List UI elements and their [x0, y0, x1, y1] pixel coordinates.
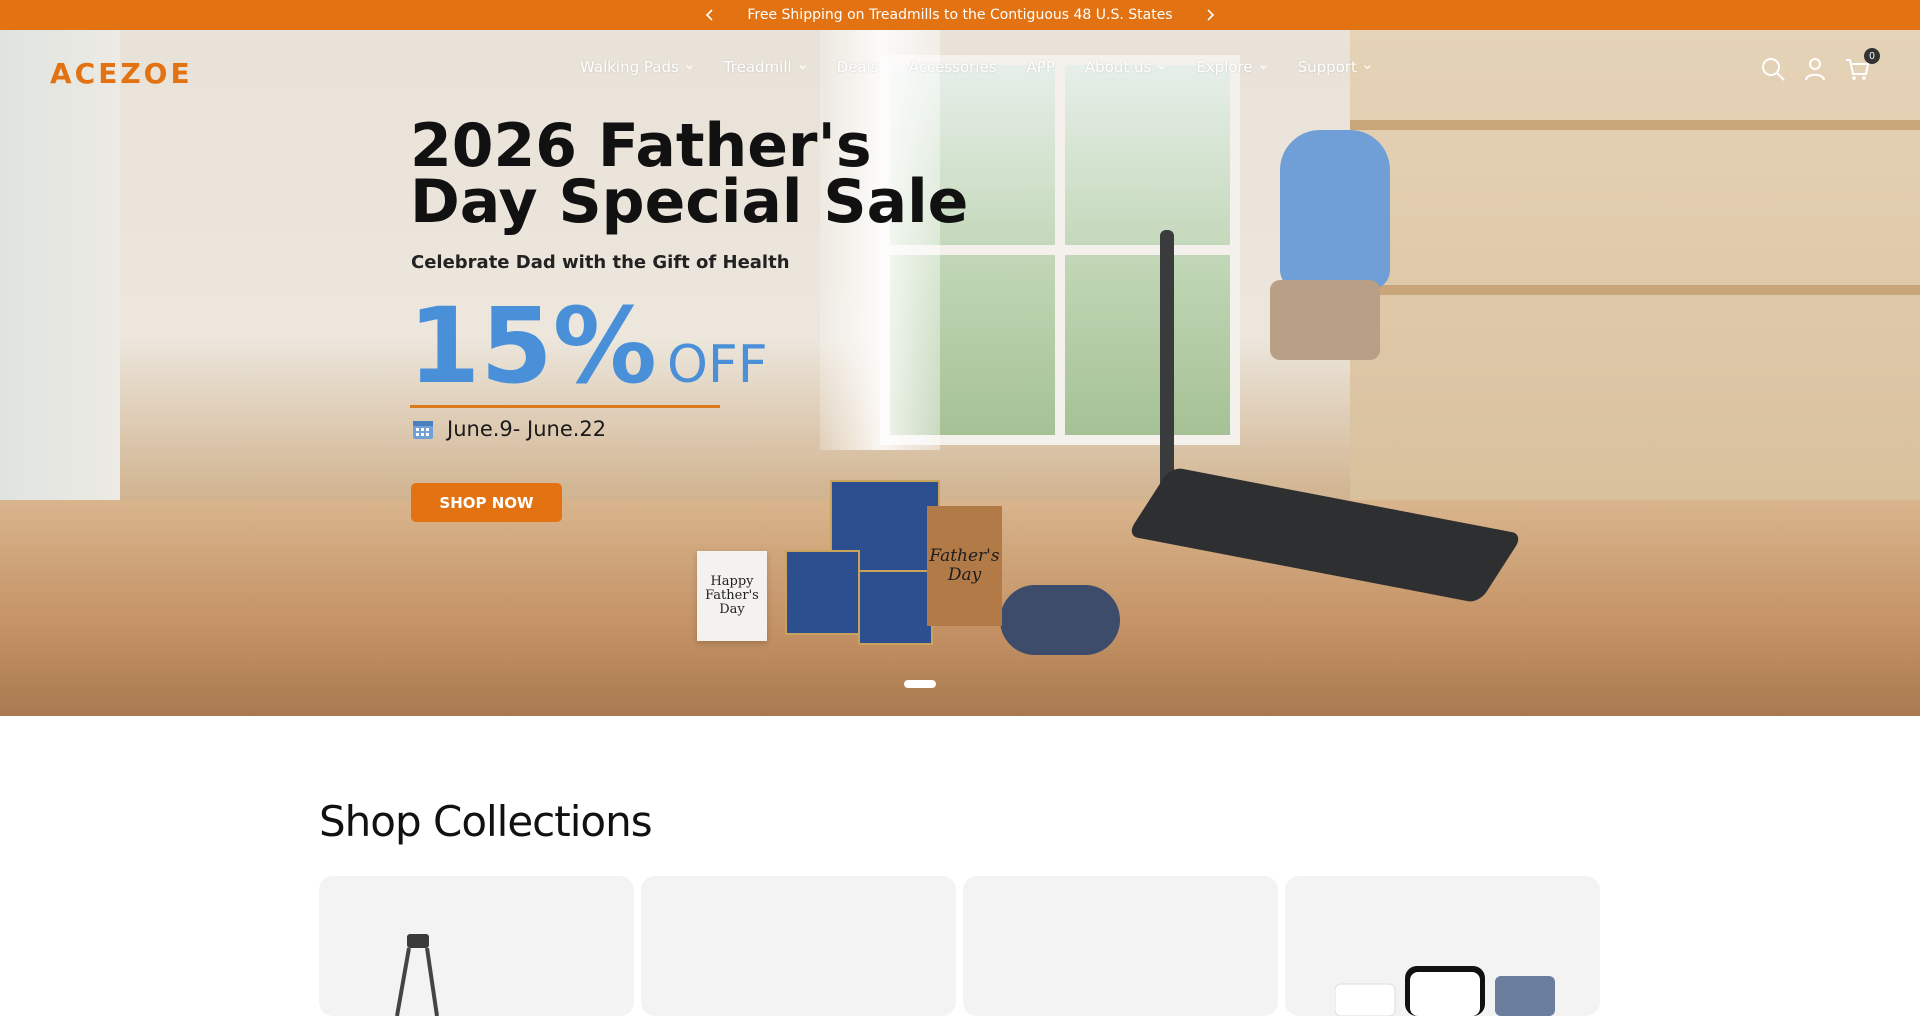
- search-button[interactable]: [1760, 56, 1786, 82]
- app-preview-thumbnail: [1335, 966, 1555, 1016]
- nav-about-us[interactable]: About us: [1085, 58, 1166, 76]
- announcement-next-button[interactable]: [1195, 0, 1225, 30]
- discount-suffix: OFF: [666, 335, 768, 395]
- runner-shorts: [1270, 280, 1380, 360]
- nav-explore[interactable]: Explore: [1196, 58, 1267, 76]
- chevron-down-icon: [1158, 64, 1165, 69]
- announcement-prev-button[interactable]: [695, 0, 725, 30]
- main-nav: Walking Pads Treadmill Deals Accessories…: [580, 58, 1372, 76]
- nav-support[interactable]: Support: [1298, 58, 1372, 76]
- chevron-down-icon: [1259, 64, 1267, 69]
- collection-card[interactable]: [1285, 876, 1600, 1016]
- collection-card[interactable]: [641, 876, 956, 1016]
- yoga-mat: [1000, 585, 1120, 655]
- brand-logo[interactable]: ACEZOE: [50, 57, 193, 90]
- nav-walking-pads[interactable]: Walking Pads: [580, 58, 694, 76]
- discount-percent: 15%: [408, 285, 657, 407]
- account-button[interactable]: [1802, 56, 1828, 82]
- nav-accessories[interactable]: Accessories: [909, 58, 997, 76]
- discount-underline: [410, 405, 720, 408]
- nav-app[interactable]: APP: [1027, 58, 1055, 76]
- chevron-right-icon: [1207, 9, 1215, 21]
- account-icon: [1805, 58, 1825, 81]
- shop-now-button[interactable]: SHOP NOW: [411, 483, 562, 522]
- fathers-day-card: Happy Father's Day: [697, 551, 767, 641]
- hero-discount: 15% OFF: [408, 292, 768, 400]
- calendar-icon: [413, 421, 433, 439]
- nav-treadmill[interactable]: Treadmill: [724, 58, 807, 76]
- collection-card[interactable]: [963, 876, 1278, 1016]
- announcement-text: Free Shipping on Treadmills to the Conti…: [747, 7, 1173, 23]
- chevron-down-icon: [799, 64, 806, 69]
- nav-deals[interactable]: Deals: [837, 58, 879, 76]
- carousel-dots: [904, 680, 936, 688]
- gift-bag: Father's Day: [927, 506, 1002, 626]
- walking-pad-thumbnail: [395, 934, 439, 1016]
- header-actions: 0: [1760, 48, 1880, 82]
- gift-box: [785, 550, 860, 635]
- gift-box: [858, 570, 933, 645]
- collections-title: Shop Collections: [319, 797, 653, 846]
- hero-title: 2026 Father's Day Special Sale: [410, 111, 969, 237]
- hero-subtitle: Celebrate Dad with the Gift of Health: [411, 252, 790, 273]
- chevron-down-icon: [686, 64, 693, 69]
- collection-card[interactable]: [319, 876, 634, 1016]
- chevron-left-icon: [705, 9, 713, 21]
- sale-dates: June.9- June.22: [411, 417, 606, 441]
- cart-button[interactable]: 0: [1844, 48, 1880, 82]
- collections-grid: [319, 876, 1600, 1016]
- runner-image: [1280, 130, 1390, 290]
- carousel-dot-active[interactable]: [904, 680, 936, 688]
- site-header: ACEZOE Walking Pads Treadmill Deals Acce…: [0, 30, 1920, 110]
- announcement-bar: Free Shipping on Treadmills to the Conti…: [0, 0, 1920, 30]
- cart-count-badge: 0: [1864, 48, 1880, 64]
- chevron-down-icon: [1364, 64, 1371, 69]
- search-icon: [1762, 58, 1785, 81]
